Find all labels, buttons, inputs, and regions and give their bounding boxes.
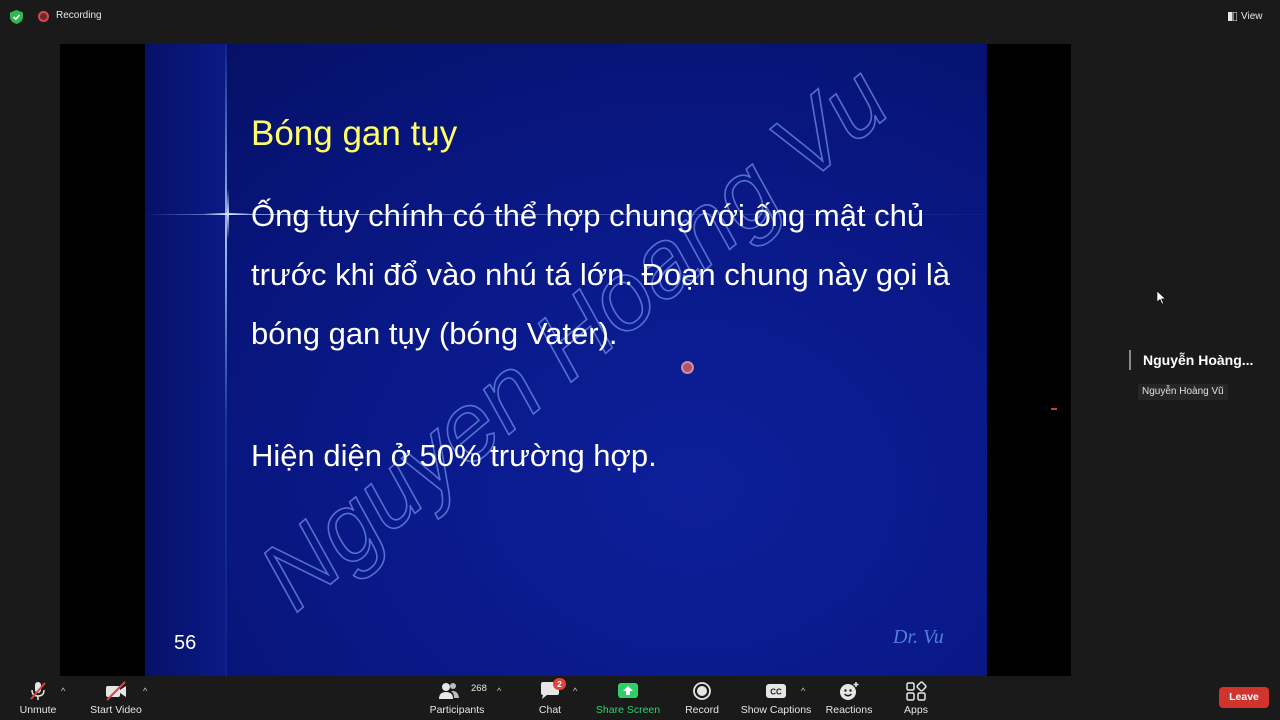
record-icon — [693, 682, 711, 700]
record-button[interactable]: Record — [682, 676, 722, 720]
smiley-plus-icon — [840, 682, 859, 700]
apps-button[interactable]: Apps — [898, 676, 934, 720]
video-options-chevron-up-icon[interactable]: ^ — [143, 686, 147, 696]
slide-signature: Dr. Vu — [893, 626, 944, 648]
share-screen-label: Share Screen — [595, 704, 661, 716]
closed-captions-icon: CC — [766, 684, 786, 698]
chat-unread-badge: 2 — [553, 678, 566, 690]
reactions-button[interactable]: Reactions — [824, 676, 874, 720]
show-captions-label: Show Captions — [740, 704, 812, 716]
participants-icon — [439, 683, 459, 699]
recording-icon — [38, 11, 49, 22]
slide-note: Hiện diện ở 50% trường hợp. — [251, 438, 657, 473]
shield-icon[interactable] — [10, 10, 23, 24]
laser-pointer — [681, 361, 694, 374]
mouse-cursor-icon — [1157, 291, 1167, 305]
chat-options-chevron-up-icon[interactable]: ^ — [573, 686, 577, 696]
leave-button[interactable]: Leave — [1219, 687, 1269, 708]
microphone-muted-icon — [30, 682, 46, 700]
unmute-label: Unmute — [19, 704, 57, 716]
participants-options-chevron-up-icon[interactable]: ^ — [497, 686, 501, 696]
reactions-label: Reactions — [825, 704, 873, 716]
captions-options-chevron-up-icon[interactable]: ^ — [801, 686, 805, 696]
participants-count: 268 — [471, 683, 487, 694]
slide-page-number: 56 — [174, 632, 197, 654]
share-screen-icon — [618, 683, 638, 698]
audio-options-chevron-up-icon[interactable]: ^ — [61, 686, 65, 696]
view-label: View — [1241, 10, 1263, 22]
svg-text:CC: CC — [770, 688, 782, 697]
participant-name-tag: Nguyễn Hoàng Vũ — [1138, 384, 1228, 400]
chat-button[interactable]: 2 Chat — [532, 676, 568, 720]
view-button[interactable]: View — [1228, 6, 1263, 26]
view-icon — [1228, 11, 1237, 21]
participant-active-bar — [1129, 350, 1131, 370]
participants-label: Participants — [429, 704, 485, 716]
apps-label: Apps — [904, 704, 928, 716]
record-label: Record — [685, 704, 719, 716]
chat-label: Chat — [538, 704, 562, 716]
participants-button[interactable]: 268 Participants — [428, 676, 487, 720]
video-camera-off-icon — [106, 681, 126, 701]
recording-label: Recording — [56, 10, 102, 21]
chat-icon-wrap: 2 — [539, 678, 566, 701]
unmute-button[interactable]: Unmute — [17, 676, 59, 720]
meeting-toolbar: Unmute ^ Start Video ^ 268 Participants … — [0, 676, 1280, 720]
slide-body: Ống tuy chính có thể hợp chung với ống m… — [251, 198, 951, 351]
start-video-label: Start Video — [90, 704, 142, 716]
share-screen-button[interactable]: Share Screen — [596, 676, 660, 720]
apps-icon — [906, 681, 927, 701]
top-bar: Recording View — [0, 0, 1280, 32]
show-captions-button[interactable]: CC Show Captions — [740, 676, 812, 720]
participant-display-name[interactable]: Nguyễn Hoàng... — [1143, 352, 1253, 368]
shared-slide: Nguyen Hoang Vu Bóng gan tụy Ống tuy chí… — [145, 44, 987, 676]
start-video-button[interactable]: Start Video — [88, 676, 144, 720]
slide-title: Bóng gan tụy — [251, 114, 458, 153]
red-marker — [1051, 408, 1057, 410]
